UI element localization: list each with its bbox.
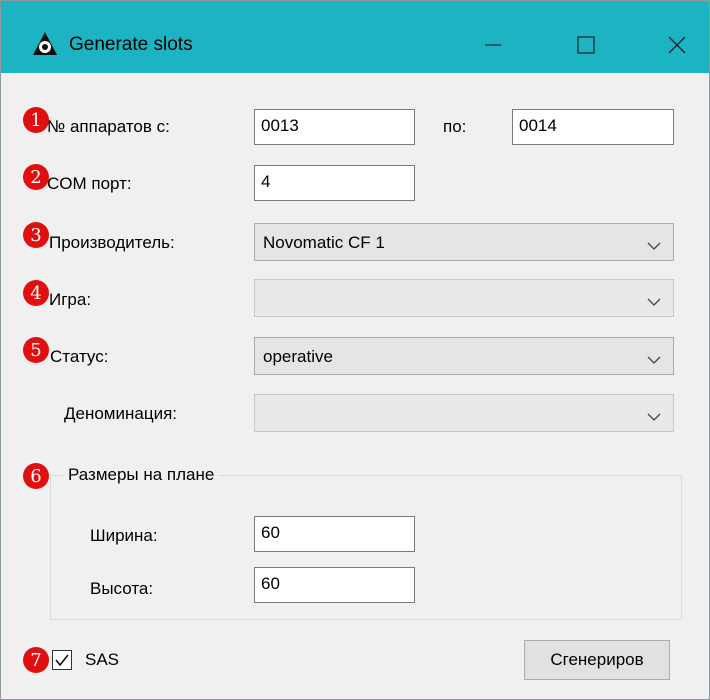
annotation-badge-4: 4 [23, 280, 49, 306]
machines-from-label: № аппаратов с: [47, 117, 170, 136]
annotation-badge-7: 7 [23, 647, 49, 673]
annotation-badge-5: 5 [23, 337, 49, 363]
close-button[interactable] [650, 23, 704, 67]
denomination-select[interactable] [254, 394, 674, 432]
minimize-icon [485, 44, 501, 46]
size-group-title: Размеры на плане [64, 465, 219, 485]
machines-to-label: по: [443, 117, 467, 136]
generate-button[interactable]: Сгенериров [524, 640, 670, 680]
com-port-input[interactable]: 4 [254, 165, 415, 201]
annotation-badge-6: 6 [23, 463, 49, 489]
status-value: operative [263, 347, 333, 366]
denomination-label: Деноминация: [64, 404, 177, 423]
width-input[interactable]: 60 [254, 516, 415, 552]
chevron-down-icon [647, 350, 661, 370]
minimize-button[interactable] [466, 23, 520, 67]
chevron-down-icon [647, 292, 661, 312]
annotation-badge-1: 1 [23, 107, 49, 133]
machines-to-input[interactable]: 0014 [512, 109, 674, 145]
checkmark-icon [55, 654, 69, 667]
annotation-badge-3: 3 [23, 222, 49, 248]
com-port-label: COM порт: [47, 174, 132, 193]
sas-checkbox[interactable] [52, 650, 72, 670]
height-label: Высота: [90, 579, 154, 598]
title-bar[interactable]: Generate slots [1, 1, 709, 73]
manufacturer-label: Производитель: [49, 233, 175, 252]
annotation-badge-2: 2 [23, 164, 49, 190]
game-label: Игра: [49, 290, 92, 309]
machines-from-input[interactable]: 0013 [254, 109, 415, 145]
chevron-down-icon [647, 407, 661, 427]
window-title: Generate slots [69, 34, 193, 55]
close-icon [668, 36, 686, 54]
game-select[interactable] [254, 279, 674, 317]
manufacturer-value: Novomatic CF 1 [263, 233, 385, 252]
generate-slots-window: Generate slots № аппаратов с: 0013 по: 0… [0, 0, 710, 700]
width-label: Ширина: [90, 526, 158, 545]
height-input[interactable]: 60 [254, 567, 415, 603]
maximize-icon [577, 36, 595, 54]
sas-label[interactable]: SAS [85, 650, 119, 670]
chevron-down-icon [647, 236, 661, 256]
status-select[interactable]: operative [254, 337, 674, 375]
app-logo-icon [32, 31, 58, 57]
status-label: Статус: [50, 347, 109, 366]
maximize-button[interactable] [559, 23, 613, 67]
manufacturer-select[interactable]: Novomatic CF 1 [254, 223, 674, 261]
